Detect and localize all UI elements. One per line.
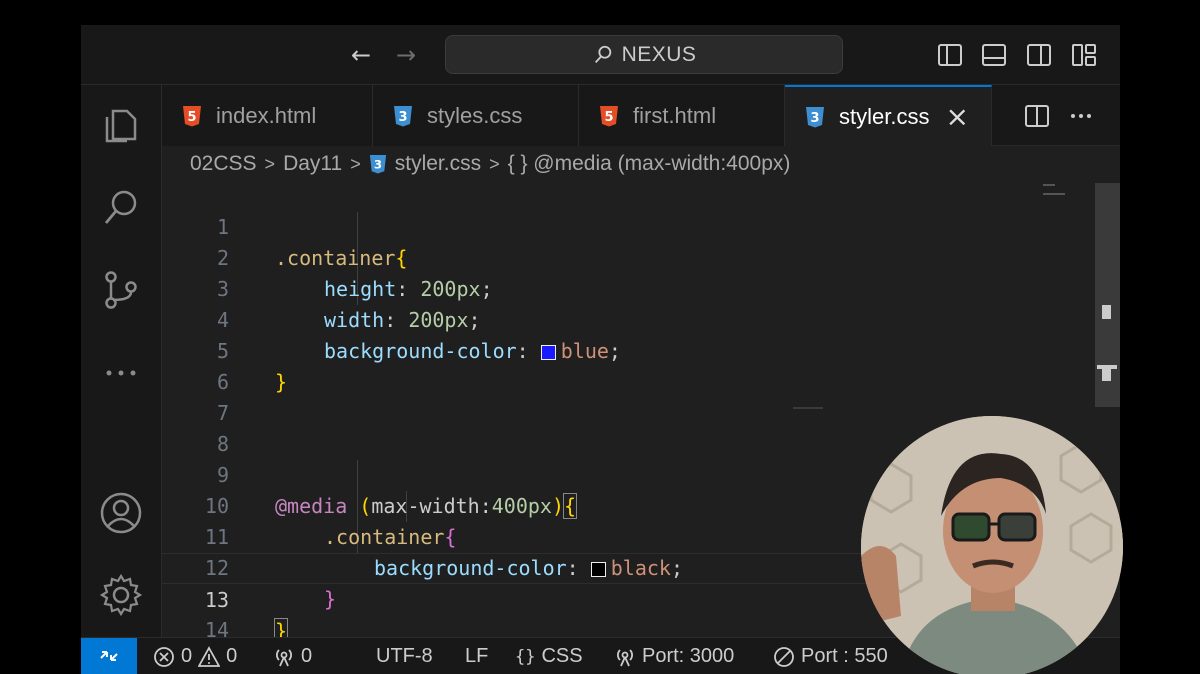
tab-label: styler.css (839, 103, 930, 129)
tab-label: styles.css (427, 102, 523, 128)
more-icon[interactable] (99, 349, 143, 393)
problems-indicator[interactable]: 0 0 (153, 638, 237, 674)
chevron-right-icon: > (489, 153, 500, 174)
explorer-icon[interactable] (99, 103, 143, 147)
error-icon (154, 646, 174, 667)
code-line: 2 height: 200px; (162, 212, 1032, 301)
forward-arrow-icon[interactable]: → (396, 41, 416, 69)
language-mode-button[interactable]: {} CSS (515, 638, 583, 674)
code-line: 5 } (162, 305, 1032, 394)
second-port-button[interactable]: Port : 550 (773, 638, 888, 674)
language-label: CSS (541, 645, 583, 667)
blocked-icon (774, 646, 794, 667)
tab-first-html[interactable]: 5 first.html (579, 85, 785, 146)
warning-count: 0 (226, 645, 238, 667)
remote-icon (100, 651, 118, 661)
search-icon[interactable] (99, 185, 143, 229)
toggle-primary-sidebar-icon[interactable] (937, 42, 963, 68)
eol-label: LF (465, 645, 489, 667)
code-line: 8 (162, 398, 1032, 456)
breadcrumb: 02CSS > Day11 > 3 styler.css > { } @medi… (190, 149, 790, 179)
more-actions-icon[interactable] (1068, 103, 1094, 129)
customize-layout-icon[interactable] (1071, 42, 1097, 68)
minimap-line (1043, 184, 1055, 186)
tab-styles-css[interactable]: 3 styles.css (373, 85, 579, 146)
presenter-video (861, 416, 1123, 674)
breadcrumb-folder[interactable]: 02CSS (190, 152, 257, 176)
svg-text:3: 3 (374, 158, 382, 172)
tab-label: index.html (216, 102, 317, 128)
close-icon[interactable]: × (945, 102, 968, 131)
html-file-icon: 5 (183, 105, 201, 126)
back-arrow-icon[interactable]: ← (351, 41, 371, 69)
tab-index-html[interactable]: 5 index.html (162, 85, 373, 146)
css-file-icon: 3 (369, 155, 386, 174)
warning-icon (198, 645, 221, 667)
code-line: 4 background-color: blue; (162, 274, 1032, 363)
editor-scrollbar[interactable] (1095, 183, 1120, 407)
port-label: Port : 550 (801, 645, 888, 667)
ports-indicator[interactable]: 0 (273, 638, 312, 674)
title-bar: ← → NEXUS (81, 25, 1120, 85)
ports-count: 0 (301, 645, 313, 667)
minimap-line (1043, 193, 1065, 195)
editor-tab-bar: 5 index.html 3 styles.css 5 first.html 3… (162, 85, 1120, 146)
code-line: 1 .container{ (162, 181, 1032, 270)
minimap-line (793, 407, 823, 409)
command-center-label: NEXUS (621, 42, 697, 66)
remote-indicator-button[interactable] (81, 637, 137, 674)
chevron-right-icon: > (264, 153, 276, 174)
braces-icon: {} (515, 646, 536, 667)
broadcast-icon (276, 648, 292, 666)
settings-gear-icon[interactable] (99, 573, 143, 617)
chevron-right-icon: > (350, 153, 361, 174)
encoding-button[interactable]: UTF-8 (376, 638, 433, 674)
port-label: Port: 3000 (642, 645, 735, 667)
code-line: 6 (162, 336, 1032, 394)
css-file-icon: 3 (394, 105, 412, 126)
svg-text:5: 5 (604, 110, 613, 125)
svg-text:5: 5 (187, 110, 196, 125)
code-line: 7 (162, 367, 1032, 425)
breadcrumb-file[interactable]: styler.css (395, 152, 481, 176)
html-file-icon: 5 (600, 105, 618, 126)
breadcrumb-subfolder[interactable]: Day11 (283, 152, 342, 176)
webcam-overlay (861, 416, 1123, 674)
eol-button[interactable]: LF (465, 638, 488, 674)
scrollbar-position-marker (1102, 305, 1111, 319)
scrollbar-cursor-marker (1102, 369, 1111, 381)
svg-text:3: 3 (810, 111, 819, 126)
breadcrumb-symbol[interactable]: { } @media (max-width:400px) (508, 152, 791, 176)
source-control-icon[interactable] (99, 267, 143, 311)
error-count: 0 (181, 645, 193, 667)
activity-bar (81, 85, 162, 637)
toggle-secondary-sidebar-icon[interactable] (1026, 42, 1052, 68)
tab-label: first.html (633, 102, 717, 128)
search-icon (594, 45, 611, 63)
svg-text:3: 3 (398, 110, 407, 125)
live-server-port-button[interactable]: Port: 3000 (614, 638, 734, 674)
tab-styler-css[interactable]: 3 styler.css × (785, 85, 992, 146)
accounts-icon[interactable] (99, 491, 143, 535)
split-editor-icon[interactable] (1024, 103, 1050, 129)
code-line: 3 width: 200px; (162, 243, 1032, 332)
css-file-icon: 3 (806, 106, 824, 127)
command-center-search[interactable]: NEXUS (445, 35, 843, 74)
toggle-panel-icon[interactable] (981, 42, 1007, 68)
encoding-label: UTF-8 (376, 645, 433, 667)
broadcast-icon (617, 648, 633, 666)
